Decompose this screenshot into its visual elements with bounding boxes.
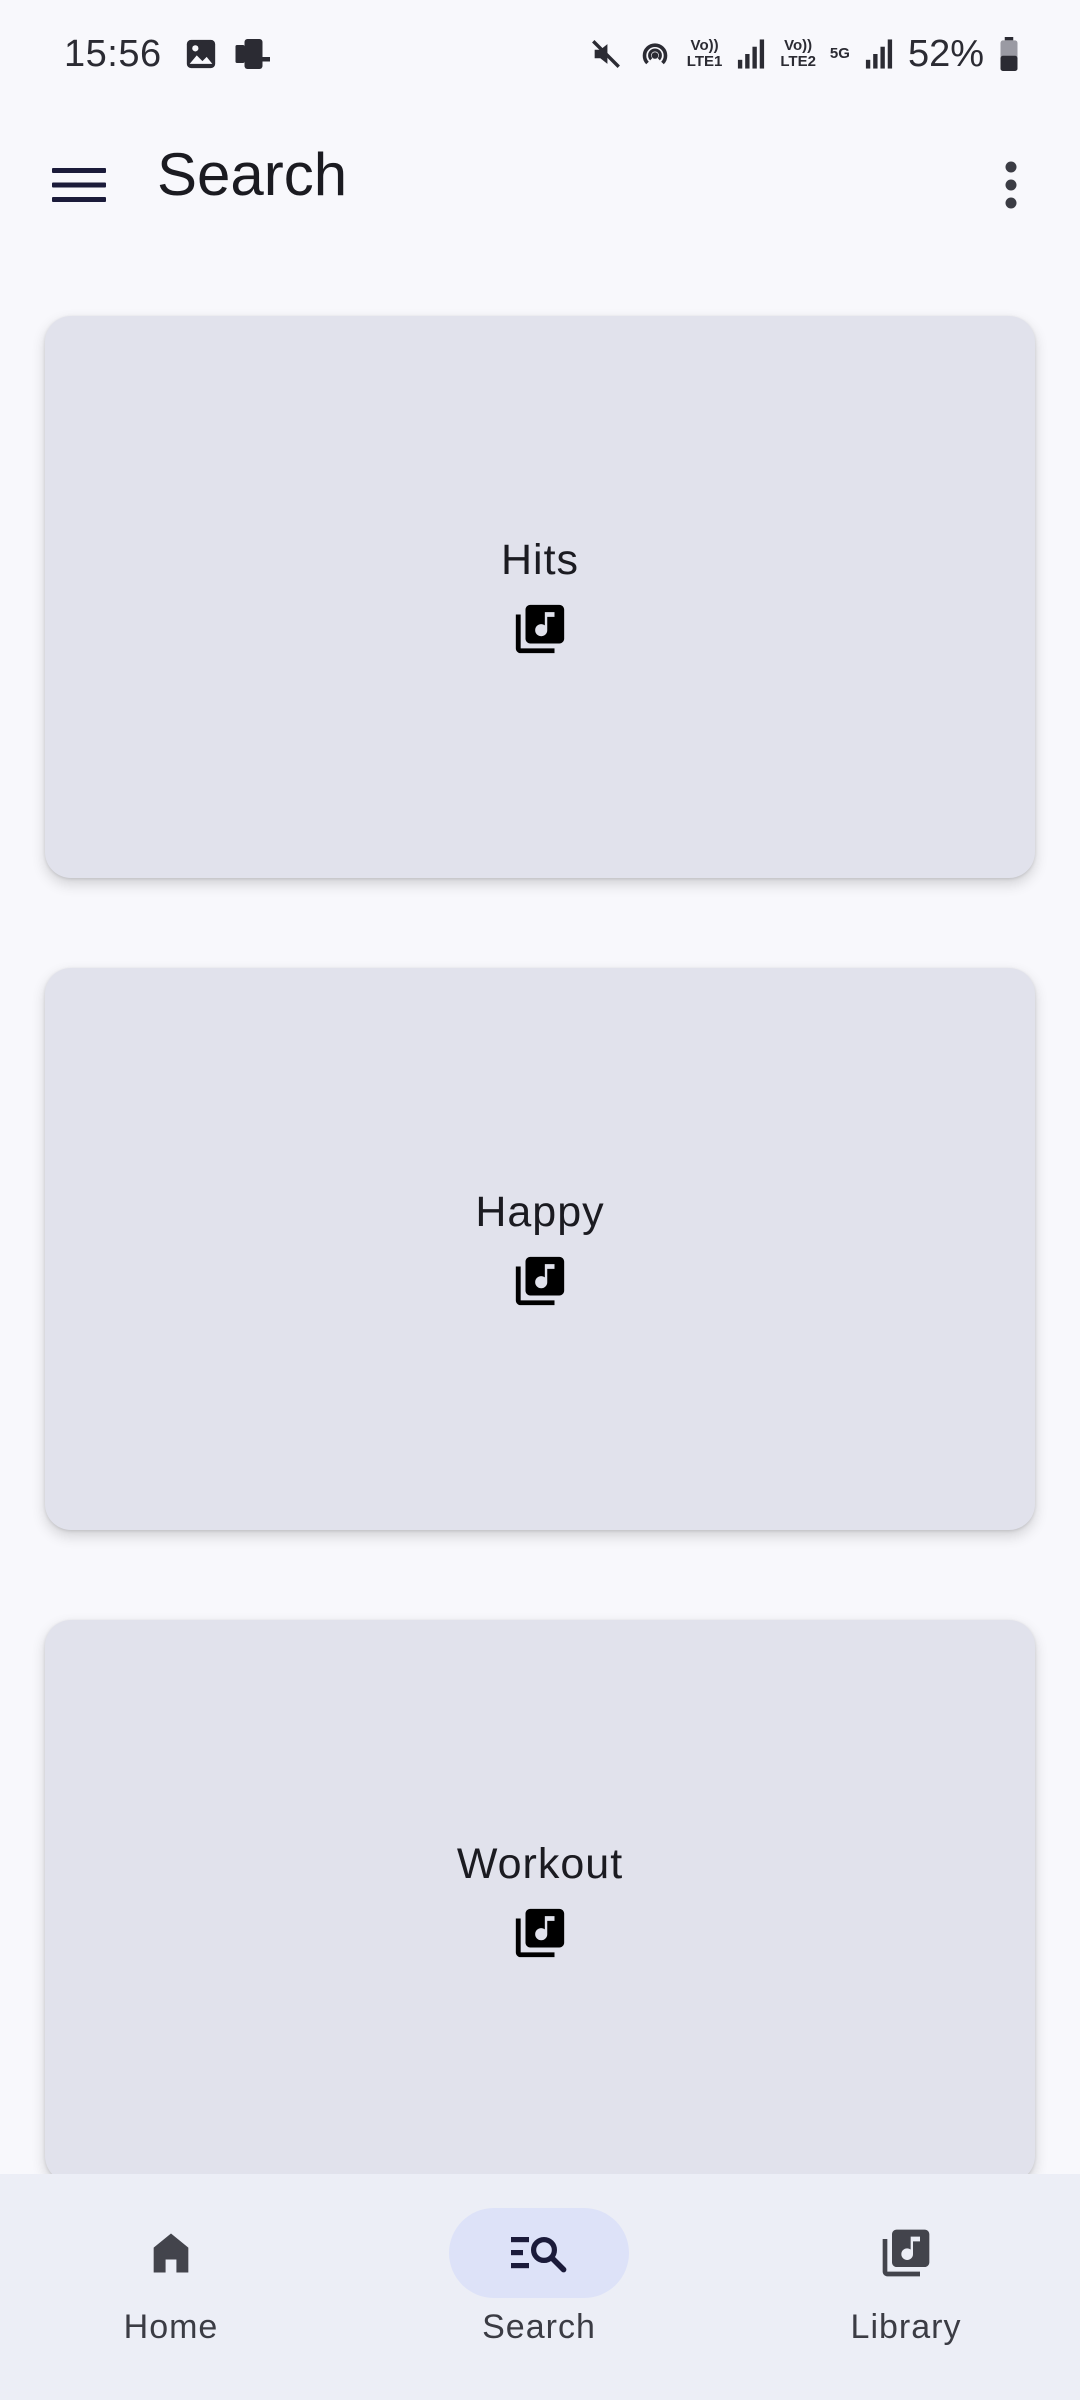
device-notification-icon bbox=[232, 36, 272, 72]
card-title: Workout bbox=[456, 1839, 624, 1888]
nav-label: Home bbox=[123, 2308, 219, 2346]
more-options-button[interactable] bbox=[978, 152, 1044, 218]
nav-label: Library bbox=[850, 2308, 962, 2346]
playlist-card-list[interactable]: Hits Happy Workout bbox=[0, 248, 1080, 2174]
playlist-card-hits[interactable]: Hits bbox=[45, 316, 1035, 878]
music-library-icon bbox=[510, 1251, 570, 1311]
volte1-indicator: Vo)) LTE1 bbox=[686, 37, 723, 70]
nav-indicator-active bbox=[449, 2208, 629, 2298]
nav-item-home[interactable]: Home bbox=[21, 2174, 321, 2400]
volte2-indicator: Vo)) LTE2 bbox=[780, 37, 816, 70]
hotspot-icon bbox=[637, 36, 673, 72]
menu-button[interactable] bbox=[46, 152, 112, 218]
mute-icon bbox=[589, 37, 623, 71]
nav-item-search[interactable]: Search bbox=[389, 2174, 689, 2400]
network-5g-indicator: 5G bbox=[830, 46, 850, 62]
music-library-icon bbox=[882, 2229, 930, 2277]
battery-icon bbox=[998, 37, 1020, 71]
signal-icon-2 bbox=[864, 38, 894, 70]
card-title: Hits bbox=[500, 535, 580, 584]
bottom-navigation: Home Search Library bbox=[0, 2174, 1080, 2400]
status-time: 15:56 bbox=[64, 32, 162, 75]
nav-indicator bbox=[816, 2208, 996, 2298]
status-left: 15:56 bbox=[64, 33, 272, 76]
more-vert-icon bbox=[1005, 161, 1017, 209]
status-bar: 15:56 Vo)) LTE1 Vo)) LTE2 5G 52% bbox=[0, 0, 1080, 108]
gallery-notification-icon bbox=[184, 37, 218, 71]
home-icon bbox=[153, 2233, 189, 2273]
music-library-icon bbox=[510, 1903, 570, 1963]
status-right: Vo)) LTE1 Vo)) LTE2 5G 52% bbox=[589, 33, 1020, 76]
nav-indicator bbox=[81, 2208, 261, 2298]
search-list-icon bbox=[511, 2237, 567, 2273]
battery-percent: 52% bbox=[907, 32, 984, 75]
signal-icon bbox=[736, 38, 766, 70]
music-library-icon bbox=[510, 599, 570, 659]
page-title: Search bbox=[157, 141, 348, 208]
top-app-bar: Search bbox=[0, 108, 1080, 248]
playlist-card-happy[interactable]: Happy bbox=[45, 968, 1035, 1530]
network-type-label: 5G bbox=[829, 45, 850, 62]
nav-label: Search bbox=[482, 2308, 596, 2346]
playlist-card-workout[interactable]: Workout bbox=[45, 1620, 1035, 2174]
card-title: Happy bbox=[475, 1187, 605, 1236]
nav-item-library[interactable]: Library bbox=[756, 2174, 1056, 2400]
hamburger-menu-icon bbox=[52, 168, 106, 202]
